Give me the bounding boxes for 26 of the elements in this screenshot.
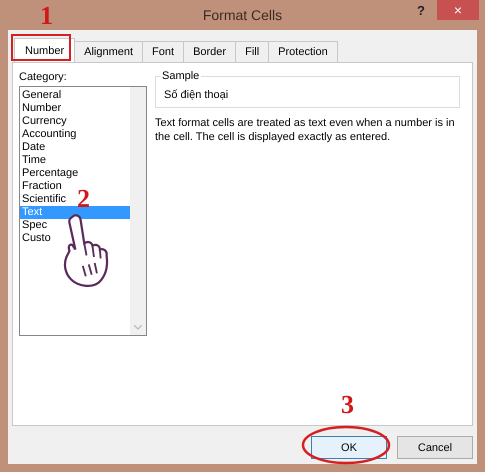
description-text: Text format cells are treated as text even when a number is in the cell. The cell is displayed exactly as entered.: [155, 116, 456, 144]
step-number: 1: [40, 3, 53, 29]
category-item[interactable]: Custo: [20, 232, 53, 245]
category-item[interactable]: Accounting: [20, 128, 78, 141]
step-number: 3: [341, 392, 354, 418]
tab[interactable]: Protection: [268, 41, 338, 62]
category-item[interactable]: Currency: [20, 115, 69, 128]
category-item[interactable]: Date: [20, 141, 48, 154]
category-item[interactable]: Percentage: [20, 167, 80, 180]
sample-value: Số điện thoại: [164, 89, 228, 101]
highlight-rectangle: [11, 34, 71, 61]
category-item[interactable]: Time: [20, 154, 48, 167]
close-button[interactable]: ×: [437, 0, 479, 20]
help-button[interactable]: ?: [417, 3, 425, 18]
category-item[interactable]: General: [20, 89, 64, 102]
category-item[interactable]: Scientific: [20, 193, 68, 206]
category-item[interactable]: Number: [20, 102, 64, 115]
dialog-button[interactable]: OK: [311, 436, 387, 459]
scrollbar[interactable]: [130, 87, 146, 335]
category-label: Category:: [19, 71, 68, 83]
category-item[interactable]: Fraction: [20, 180, 64, 193]
category-item[interactable]: Spec: [20, 219, 50, 232]
dialog-button[interactable]: Cancel: [397, 436, 473, 459]
scroll-down-icon[interactable]: [134, 325, 142, 330]
sample-label: Sample: [160, 70, 202, 82]
window-title: Format Cells: [202, 7, 282, 23]
